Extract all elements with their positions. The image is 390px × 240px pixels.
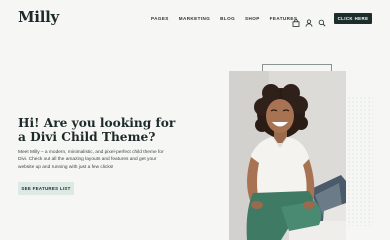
hero-photo: [229, 71, 346, 240]
user-icon[interactable]: [305, 14, 313, 27]
hero-title: Hi! Are you looking for a Divi Child The…: [18, 116, 208, 144]
nav-item-blog[interactable]: BLOG: [220, 16, 235, 21]
bag-icon[interactable]: [292, 14, 300, 27]
click-here-button[interactable]: CLICK HERE: [334, 13, 372, 24]
nav-item-pages[interactable]: PAGES: [151, 16, 169, 21]
hero-description: Meet Milly – a modern, minimalistic, and…: [18, 149, 193, 171]
nav-item-shop[interactable]: SHOP: [245, 16, 260, 21]
search-icon[interactable]: [318, 14, 326, 27]
site-logo[interactable]: Milly: [18, 8, 59, 26]
hero-description-line: Divi. Check out all the amazing layouts …: [18, 157, 157, 163]
hero-description-line: Meet Milly – a modern, minimalistic, and…: [18, 150, 164, 155]
nav-item-marketing[interactable]: MARKETING: [179, 16, 210, 21]
hero-title-line: Hi! Are you looking for: [18, 116, 176, 130]
hero-title-line: a Divi Child Theme?: [18, 130, 156, 144]
main-nav: PAGES MARKETING BLOG SHOP FEATURES: [151, 16, 307, 21]
hero-description-line: website up and running with just a few c…: [18, 164, 114, 170]
site-header: Milly PAGES MARKETING BLOG SHOP FEATURES…: [0, 0, 390, 38]
see-features-button[interactable]: SEE FEATURES LIST: [18, 182, 74, 195]
